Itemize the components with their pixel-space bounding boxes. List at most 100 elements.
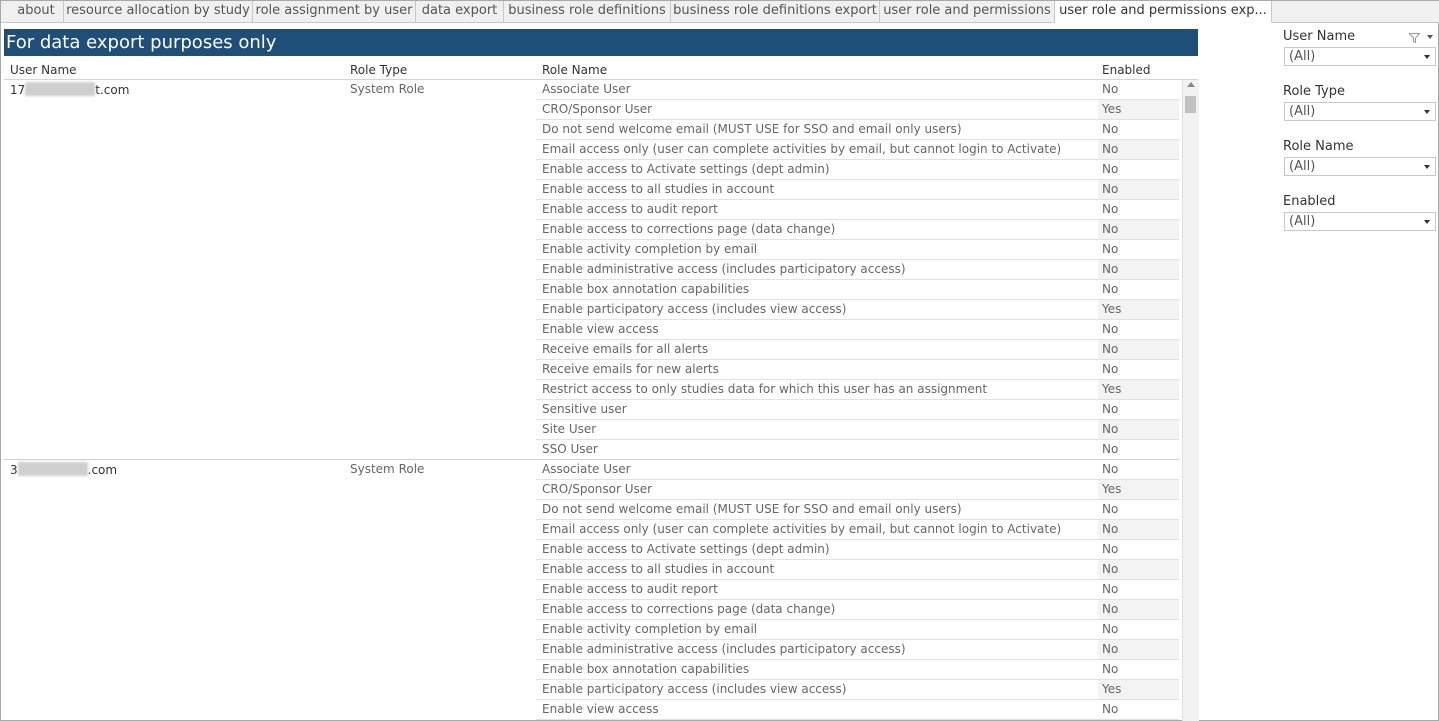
table-row[interactable]: Enable activity completion by email No [536,620,1179,640]
filter-select-enabled[interactable]: (All) [1284,212,1436,231]
table-row[interactable]: Enable box annotation capabilities No [536,280,1179,300]
role-name-cell: Enable participatory access (includes vi… [542,682,847,696]
chevron-down-icon [1424,165,1430,169]
table-row[interactable]: Do not send welcome email (MUST USE for … [536,120,1179,140]
tab-business-role-definitions-export[interactable]: business role definitions export [671,1,880,22]
tab-user-role-and-permissions[interactable]: user role and permissions [880,1,1055,22]
enabled-cell: No [1102,242,1119,256]
chevron-down-icon [1424,55,1430,59]
enabled-cell: No [1102,502,1119,516]
table-row[interactable]: Receive emails for new alerts No [536,360,1179,380]
table-row[interactable]: Receive emails for all alerts No [536,340,1179,360]
role-name-cell: Restrict access to only studies data for… [542,382,988,396]
enabled-cell: No [1102,362,1119,376]
filter-label-user-name: User Name [1283,29,1356,44]
table-row[interactable]: Enable access to Activate settings (dept… [536,160,1179,180]
tab-resource-allocation-by-study[interactable]: resource allocation by study [64,1,253,22]
enabled-cell: No [1098,220,1179,239]
table-row[interactable]: Sensitive user No [536,400,1179,420]
role-name-cell: Enable access to Activate settings (dept… [542,162,830,176]
table-row[interactable]: Associate User No [536,460,1179,480]
table-row[interactable]: Email access only (user can complete act… [536,520,1179,540]
enabled-cell: No [1102,282,1119,296]
table-row[interactable]: Enable administrative access (includes p… [536,640,1179,660]
table-row[interactable]: Enable access to audit report No [536,580,1179,600]
role-name-cell: Enable activity completion by email [542,242,758,256]
enabled-cell: No [1098,340,1179,359]
table-row[interactable]: Enable access to all studies in account N… [536,560,1179,580]
table-row[interactable]: SSO User No [536,440,1179,460]
table-row[interactable]: CRO/Sponsor User Yes [536,480,1179,500]
enabled-cell: No [1102,662,1119,676]
table-row[interactable]: Enable activity completion by email No [536,240,1179,260]
role-name-cell: Enable participatory access (includes vi… [542,302,847,316]
filter-label-role-name: Role Name [1283,139,1354,154]
tab-about[interactable]: about [9,1,64,22]
table-row[interactable]: Email access only (user can complete act… [536,140,1179,160]
funnel-icon[interactable] [1409,33,1420,43]
role-name-cell: Enable box annotation capabilities [542,662,750,676]
enabled-cell: No [1098,560,1179,579]
enabled-cell: Yes [1098,380,1179,399]
header-role-type[interactable]: Role Type [350,63,407,78]
filter-label-role-type: Role Type [1283,84,1346,99]
user-name-suffix: t.com [95,83,130,97]
enabled-cell: No [1098,260,1179,279]
role-name-cell: Enable access to all studies in account [542,182,775,196]
table-row[interactable]: Site User No [536,420,1179,440]
table-row[interactable]: Do not send welcome email (MUST USE for … [536,500,1179,520]
role-name-cell: Enable administrative access (includes p… [542,642,906,656]
chevron-down-icon [1424,110,1430,114]
table-row[interactable]: CRO/Sponsor User Yes [536,100,1179,120]
enabled-cell: Yes [1098,100,1179,119]
table-row[interactable]: Enable access to audit report No [536,200,1179,220]
table-row[interactable]: Enable box annotation capabilities No [536,660,1179,680]
table-row[interactable]: Enable view access No [536,700,1179,720]
enabled-cell: No [1098,640,1179,659]
vertical-scrollbar[interactable] [1182,80,1199,721]
table-row[interactable]: Restrict access to only studies data for… [536,380,1179,400]
role-name-cell: Enable box annotation capabilities [542,282,750,296]
table-row[interactable]: Enable access to Activate settings (dept… [536,540,1179,560]
enabled-cell: No [1102,462,1119,476]
enabled-cell: No [1102,322,1119,336]
table-row[interactable]: Enable access to all studies in account N… [536,180,1179,200]
role-name-cell: Associate User [542,462,631,476]
user-name-cell: 3 .com [10,462,117,477]
role-name-cell: Do not send welcome email (MUST USE for … [542,122,962,136]
enabled-cell: Yes [1098,480,1179,499]
tab-data-export[interactable]: data export [416,1,504,22]
header-role-name[interactable]: Role Name [542,63,607,78]
table-row[interactable]: Enable participatory access (includes vi… [536,680,1179,700]
enabled-cell: No [1102,402,1119,416]
filter-value-role-type: (All) [1289,104,1316,119]
role-name-cell: Email access only (user can complete act… [542,522,1062,536]
filter-value-enabled: (All) [1289,214,1316,229]
role-name-cell: Receive emails for all alerts [542,342,709,356]
role-name-cell: Receive emails for new alerts [542,362,719,376]
filter-select-user-name[interactable]: (All) [1284,47,1436,66]
table-row[interactable]: Enable administrative access (includes p… [536,260,1179,280]
tab-business-role-definitions[interactable]: business role definitions [504,1,671,22]
role-name-cell: Do not send welcome email (MUST USE for … [542,502,962,516]
header-user-name[interactable]: User Name [10,63,77,78]
table-row[interactable]: Associate User No [536,80,1179,100]
table-row[interactable]: Enable access to corrections page (data … [536,220,1179,240]
role-name-cell: Enable administrative access (includes p… [542,262,906,276]
role-name-cell: CRO/Sponsor User [542,482,653,496]
filter-select-role-name[interactable]: (All) [1284,157,1436,176]
table-row[interactable]: Enable view access No [536,320,1179,340]
role-name-cell: Enable view access [542,322,659,336]
scroll-up-arrow-icon[interactable] [1187,82,1195,87]
filter-label-enabled: Enabled [1283,194,1336,209]
role-name-cell: Email access only (user can complete act… [542,142,1062,156]
table-row[interactable]: Enable access to corrections page (data … [536,600,1179,620]
enabled-cell: No [1102,442,1119,456]
table-row[interactable]: Enable participatory access (includes vi… [536,300,1179,320]
filter-select-role-type[interactable]: (All) [1284,102,1436,121]
filter-menu-arrow-icon[interactable] [1427,35,1433,39]
header-enabled[interactable]: Enabled [1102,63,1151,78]
tab-user-role-and-permissions-export[interactable]: user role and permissions exp... [1055,1,1272,23]
scroll-thumb[interactable] [1185,96,1196,113]
tab-role-assignment-by-user[interactable]: role assignment by user [253,1,416,22]
